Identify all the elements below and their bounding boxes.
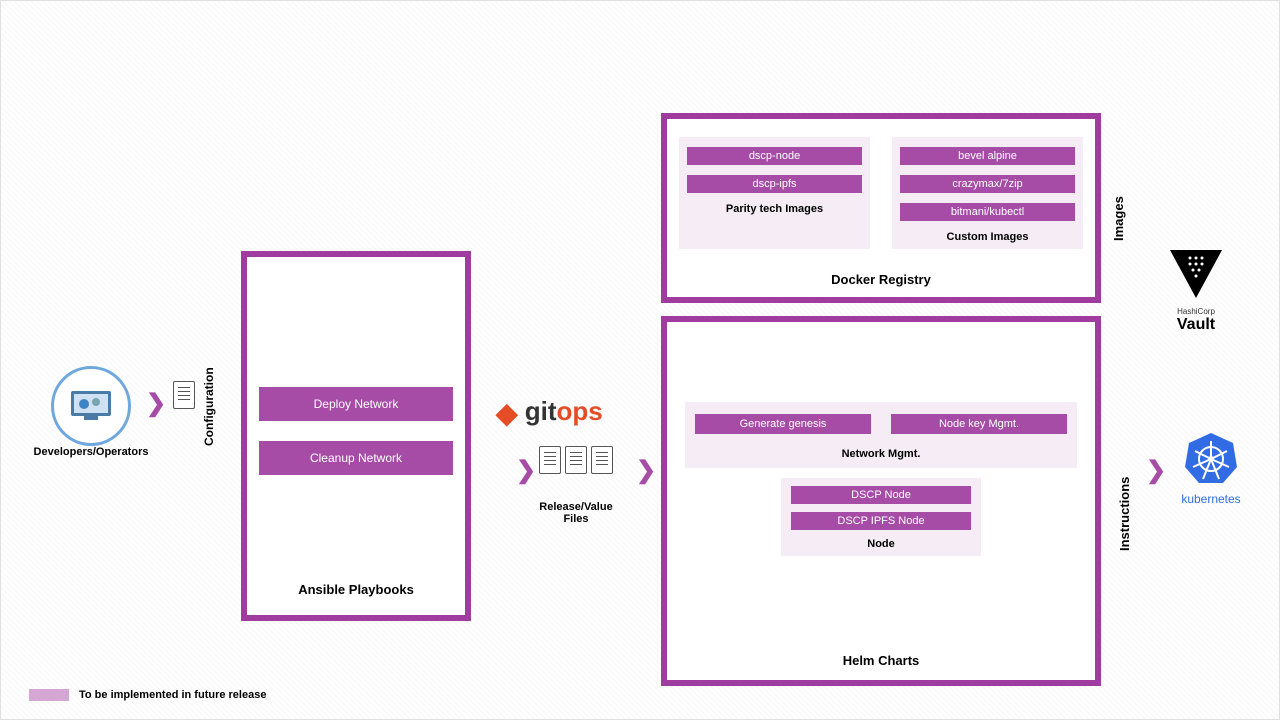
legend-text: To be implemented in future release — [79, 689, 266, 701]
chevron-icon: ❯ — [636, 456, 656, 485]
git-icon: ◆ — [496, 398, 518, 429]
parity-label: Parity tech Images — [687, 203, 862, 215]
release-files-label: Release/Value Files — [526, 501, 626, 525]
chart-tag: Generate genesis — [695, 414, 871, 434]
release-files-icon — [539, 446, 617, 479]
chevron-icon: ❯ — [516, 456, 536, 485]
vault-logo: HashiCorp Vault — [1156, 246, 1236, 334]
gitops-logo: ◆ gitops — [496, 396, 603, 430]
developers-icon — [51, 366, 131, 446]
image-tag: dscp-ipfs — [687, 175, 862, 193]
kubernetes-name: kubernetes — [1171, 492, 1251, 506]
helm-charts-box: Generate genesis Node key Mgmt. Network … — [661, 316, 1101, 686]
configuration-label: Configuration — [202, 367, 216, 446]
vault-company: HashiCorp — [1156, 307, 1236, 316]
chart-tag: DSCP IPFS Node — [791, 512, 971, 530]
image-tag: bitmani/kubectl — [900, 203, 1075, 221]
image-tag: dscp-node — [687, 147, 862, 165]
ansible-title: Ansible Playbooks — [247, 582, 465, 597]
registry-title: Docker Registry — [667, 272, 1095, 287]
image-tag: bevel alpine — [900, 147, 1075, 165]
deploy-network-playbook: Deploy Network — [259, 387, 453, 421]
node-group: DSCP Node DSCP IPFS Node Node — [781, 478, 981, 556]
custom-images-group: bevel alpine crazymax/7zip bitmani/kubec… — [892, 137, 1083, 249]
ansible-playbooks-box: Deploy Network Cleanup Network Ansible P… — [241, 251, 471, 621]
legend: To be implemented in future release — [29, 689, 266, 701]
kubernetes-logo: kubernetes — [1171, 431, 1251, 506]
architecture-diagram: Developers/Operators ❯ Configuration Dep… — [0, 0, 1280, 720]
vault-name: Vault — [1156, 316, 1236, 334]
chart-tag: Node key Mgmt. — [891, 414, 1067, 434]
chevron-icon: ❯ — [1146, 456, 1166, 485]
docker-registry-box: dscp-node dscp-ipfs Parity tech Images b… — [661, 113, 1101, 303]
cleanup-network-playbook: Cleanup Network — [259, 441, 453, 475]
image-tag: crazymax/7zip — [900, 175, 1075, 193]
config-file-icon — [173, 381, 199, 414]
helm-title: Helm Charts — [667, 653, 1095, 668]
chart-tag: DSCP Node — [791, 486, 971, 504]
network-mgmt-group: Generate genesis Node key Mgmt. Network … — [685, 402, 1077, 468]
developers-label: Developers/Operators — [21, 446, 161, 458]
node-label: Node — [791, 538, 971, 550]
chevron-icon: ❯ — [146, 389, 166, 418]
network-mgmt-label: Network Mgmt. — [695, 448, 1067, 460]
parity-images-group: dscp-node dscp-ipfs Parity tech Images — [679, 137, 870, 249]
legend-swatch — [29, 689, 69, 701]
custom-label: Custom Images — [900, 231, 1075, 243]
instructions-label: Instructions — [1117, 477, 1132, 551]
images-label: Images — [1111, 196, 1126, 241]
